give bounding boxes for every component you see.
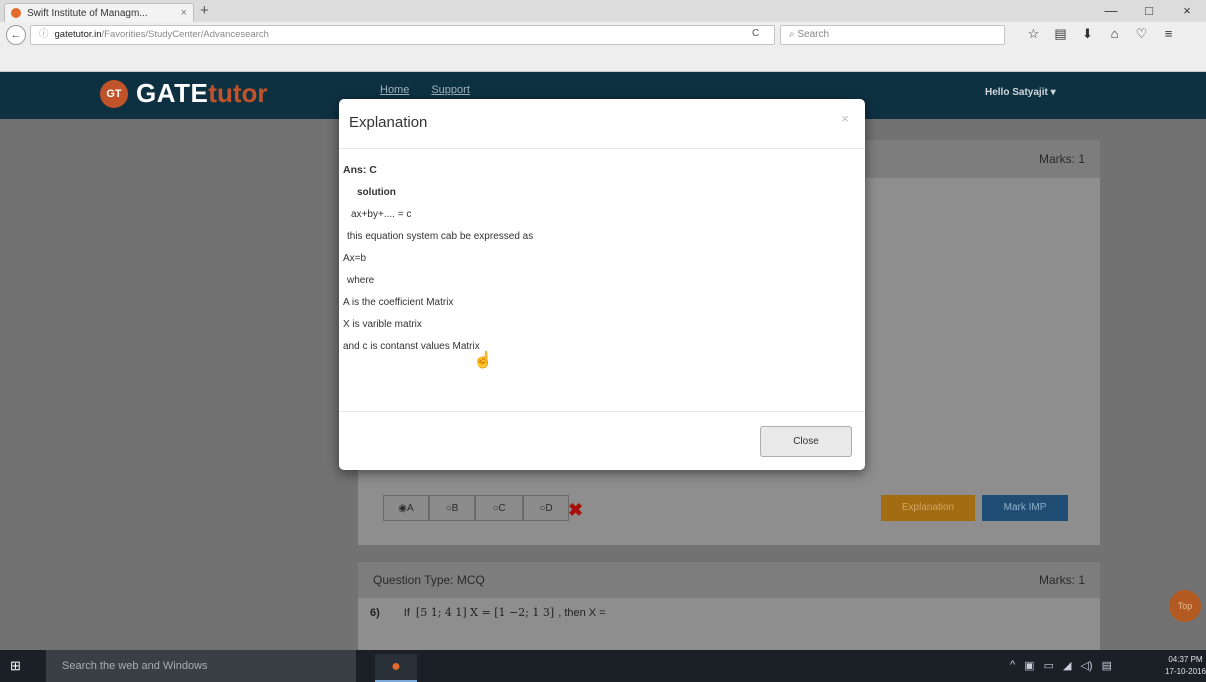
info-icon[interactable]: ⓘ — [39, 29, 49, 40]
question-type: Question Type: MCQ — [373, 573, 485, 587]
wrong-answer-icon: ✖ — [568, 500, 584, 520]
reading-list-icon[interactable]: ▤ — [1047, 26, 1074, 42]
reload-icon[interactable]: C — [752, 28, 759, 39]
question-then: , then X = — [558, 606, 606, 619]
question-if: If — [403, 606, 410, 619]
url-path: /Favorities/StudyCenter/Advancesearch — [101, 29, 269, 40]
explanation-modal: Explanation × Ans: C solution ax+by+....… — [339, 99, 865, 470]
windows-taskbar: ⊞ Search the web and Windows ● ^ ▣ ▭ ◢ ◁… — [0, 650, 1206, 682]
explanation-line: where — [347, 275, 375, 286]
download-icon[interactable]: ⬇ — [1074, 26, 1101, 42]
back-button[interactable]: ← — [6, 25, 26, 45]
toolbar-icons: ☆ ▤ ⬇ ⌂ ♡ ≡ — [1020, 26, 1182, 42]
pocket-icon[interactable]: ♡ — [1128, 26, 1155, 42]
browser-tab-bar: Swift Institute of Managm... × + — □ × — [0, 0, 1206, 22]
question-marks: Marks: 1 — [1038, 152, 1085, 166]
option-b-radio[interactable]: ○B — [429, 495, 475, 521]
notification-icon[interactable]: ▤ — [1102, 659, 1112, 672]
logo-gate-text: GATE — [136, 78, 209, 108]
home-icon[interactable]: ⌂ — [1101, 26, 1128, 42]
close-window-button[interactable]: × — [1168, 0, 1206, 22]
scroll-top-button[interactable]: Top — [1169, 590, 1201, 622]
solution-heading: solution — [357, 187, 396, 198]
option-d-radio[interactable]: ○D — [523, 495, 569, 521]
clock-time: 04:37 PM — [1168, 655, 1203, 664]
close-button[interactable]: Close — [760, 426, 852, 457]
firefox-taskbar-icon[interactable]: ● — [375, 654, 417, 682]
question-text: 6) If [5 1; 4 1] X = [1 −2; 1 3] , then … — [370, 606, 606, 619]
option-c-radio[interactable]: ○C — [475, 495, 523, 521]
favicon-icon — [11, 8, 21, 18]
matrix-equation-image: [5 1; 4 1] X = [1 −2; 1 3] — [415, 606, 555, 619]
site-nav: Home Support — [380, 84, 492, 96]
explanation-line: Ax=b — [343, 253, 367, 264]
modal-header: Explanation × — [339, 99, 865, 149]
tab-close-icon[interactable]: × — [181, 7, 187, 19]
nav-home-link[interactable]: Home — [380, 84, 409, 96]
start-icon[interactable]: ⊞ — [10, 658, 21, 674]
volume-icon[interactable]: ◁) — [1080, 659, 1092, 672]
question-header-next: Question Type: MCQ Marks: 1 — [358, 562, 1100, 598]
hand-cursor-icon: ☝ — [473, 352, 493, 369]
browser-tab[interactable]: Swift Institute of Managm... × — [4, 3, 194, 22]
explanation-line: X is varible matrix — [343, 319, 422, 330]
network-icon[interactable]: ◢ — [1063, 659, 1071, 672]
logo-badge: GT — [100, 79, 128, 108]
tray-chevron-icon[interactable]: ^ — [1010, 659, 1015, 672]
system-tray: ^ ▣ ▭ ◢ ◁) ▤ — [1010, 659, 1121, 672]
site-logo[interactable]: GT GATE tutor — [100, 78, 268, 109]
question-marks-next: Marks: 1 — [1038, 573, 1085, 587]
taskbar-clock[interactable]: 04:37 PM 17-10-2016 — [1165, 654, 1206, 678]
clock-date: 17-10-2016 — [1165, 667, 1206, 676]
mark-imp-button[interactable]: Mark IMP — [982, 495, 1068, 521]
menu-icon[interactable]: ≡ — [1155, 26, 1182, 42]
user-menu[interactable]: Hello Satyajit ▾ — [985, 87, 1056, 98]
question-number: 6) — [370, 606, 380, 619]
battery-icon[interactable]: ▭ — [1044, 659, 1054, 672]
modal-close-icon[interactable]: × — [841, 111, 849, 126]
explanation-line: A is the coefficient Matrix — [343, 297, 454, 308]
explanation-line: ax+by+.... = c — [351, 209, 412, 220]
nav-support-link[interactable]: Support — [431, 84, 470, 96]
modal-footer: Close — [339, 411, 865, 469]
browser-toolbar: ← ⓘ gatetutor.in/Favorities/StudyCenter/A… — [0, 22, 1206, 72]
explanation-line: and c is contanst values Matrix — [343, 341, 480, 352]
logo-tutor-text: tutor — [208, 78, 268, 108]
window-controls: — □ × — [1092, 0, 1206, 22]
modal-body: Ans: C solution ax+by+.... = c this equa… — [339, 149, 865, 411]
url-bar[interactable]: ⓘ gatetutor.in/Favorities/StudyCenter/Adv… — [30, 25, 775, 45]
explanation-button[interactable]: Explanation — [881, 495, 975, 521]
new-tab-button[interactable]: + — [200, 2, 209, 19]
browser-search-input[interactable]: ⌕ Search — [780, 25, 1005, 45]
maximize-button[interactable]: □ — [1130, 0, 1168, 22]
tray-app-icon[interactable]: ▣ — [1024, 659, 1034, 672]
bookmark-star-icon[interactable]: ☆ — [1020, 26, 1047, 42]
option-a-radio[interactable]: ◉A — [383, 495, 429, 521]
minimize-button[interactable]: — — [1092, 0, 1130, 22]
url-host: gatetutor.in — [54, 29, 102, 40]
answer-text: Ans: C — [343, 164, 377, 176]
explanation-line: this equation system cab be expressed as — [347, 231, 534, 242]
tab-title: Swift Institute of Managm... — [27, 7, 148, 19]
search-icon: ⌕ — [789, 29, 795, 40]
modal-title: Explanation — [349, 114, 428, 131]
taskbar-search-input[interactable]: Search the web and Windows — [46, 650, 356, 682]
search-placeholder: Search — [797, 29, 830, 40]
